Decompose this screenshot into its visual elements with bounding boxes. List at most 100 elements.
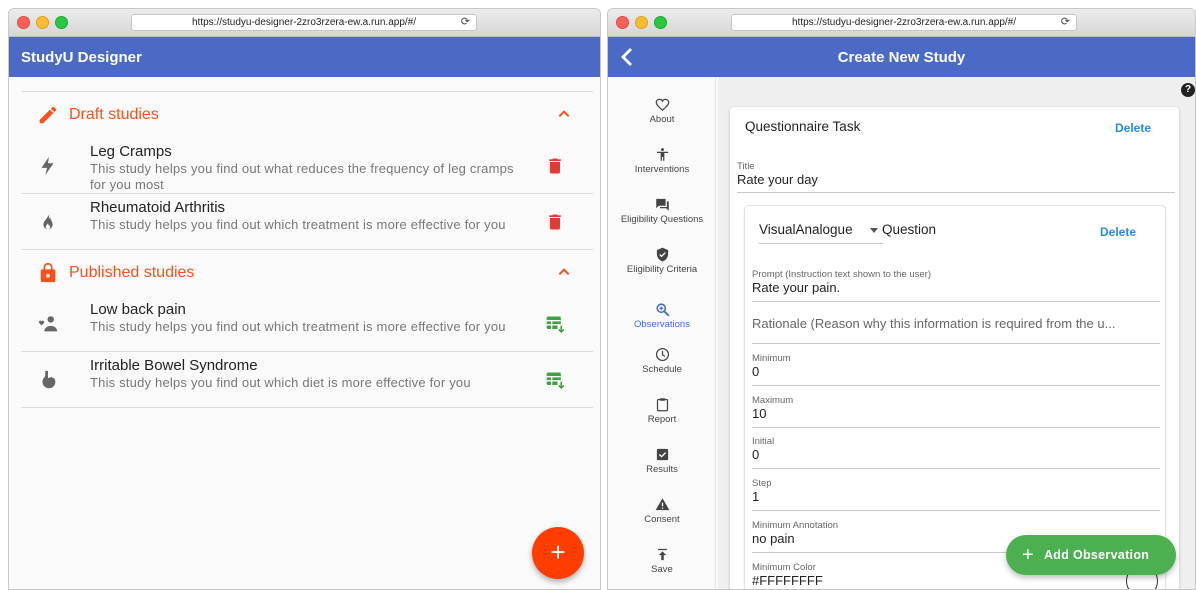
question-type-suffix: Question [882,222,937,237]
table-download-icon[interactable] [545,370,565,390]
nav-label: Interventions [634,164,690,175]
study-name: Rheumatoid Arthritis [90,199,226,216]
app-bar: Create New Study [608,37,1195,77]
initial-field[interactable]: Initial 0 [752,436,1160,469]
draft-studies-title: Draft studies [69,106,159,123]
search-zoom-icon [655,303,669,317]
address-bar[interactable]: https://studyu-designer-2zro3rzera-ew.a.… [131,14,477,31]
field-label: Minimum Color [752,562,816,573]
published-studies-title: Published studies [69,264,195,281]
study-description: This study helps you find out which trea… [90,217,506,232]
maximize-window-button[interactable] [55,16,68,29]
table-download-icon[interactable] [545,314,565,334]
field-label: Title [737,161,755,172]
page-title: Create New Study [837,48,966,66]
nav-item-schedule[interactable]: Schedule [608,347,716,375]
field-value: Rate your day [737,172,818,187]
step-field[interactable]: Step 1 [752,478,1160,511]
close-window-button[interactable] [616,16,629,29]
field-value: 1 [752,489,760,504]
verified-shield-icon [656,247,668,262]
close-window-button[interactable] [17,16,30,29]
prompt-field[interactable]: Prompt (Instruction text shown to the us… [752,269,1160,302]
nav-item-save[interactable]: Save [608,547,716,575]
nav-label: About [649,114,675,125]
delete-icon[interactable] [545,156,565,176]
nav-item-eligibility-questions[interactable]: Eligibility Questions [608,197,716,225]
add-study-button[interactable]: + [532,527,584,579]
field-label: Step [752,478,772,489]
create-study-window: https://studyu-designer-2zro3rzera-ew.a.… [607,8,1196,590]
study-item-rheumatoid-arthritis[interactable]: Rheumatoid Arthritis This study helps yo… [21,194,593,250]
field-label: Minimum Annotation [752,520,839,531]
reload-icon[interactable]: ⟳ [1061,15,1070,30]
nav-item-eligibility-criteria[interactable]: Eligibility Criteria [608,247,716,275]
study-name: Irritable Bowel Syndrome [90,357,258,374]
study-item-ibs[interactable]: Irritable Bowel Syndrome This study help… [21,352,593,408]
accessibility-icon [656,148,668,161]
nav-label: Results [646,464,678,475]
study-name: Leg Cramps [90,143,172,160]
nav-item-observations[interactable]: Observations [608,302,716,330]
checkbox-icon [656,448,668,461]
warning-icon [655,498,669,511]
maximize-window-button[interactable] [654,16,667,29]
study-item-low-back-pain[interactable]: Low back pain This study helps you find … [21,296,593,352]
published-studies-header[interactable]: Published studies [21,250,593,296]
field-value: 0 [752,447,760,462]
address-bar[interactable]: https://studyu-designer-2zro3rzera-ew.a.… [731,14,1077,31]
nav-item-report[interactable]: Report [608,397,716,425]
study-list: Draft studies Leg Cramps This study help… [21,91,593,408]
draft-studies-header[interactable]: Draft studies [21,92,593,138]
question-type-value: VisualAnalogue [759,222,853,237]
field-value: Rate your pain. [752,280,841,295]
observation-editor: ? Questionnaire Task Delete Title Rate y… [718,77,1195,589]
field-placeholder: Rationale (Reason why this information i… [752,316,1116,331]
nav-item-interventions[interactable]: Interventions [608,147,716,175]
delete-icon[interactable] [545,212,565,232]
nav-label: Eligibility Questions [620,214,704,225]
person-heart-icon [38,316,58,332]
task-title-field[interactable]: Title Rate your day [737,161,1175,193]
back-arrow-icon[interactable] [620,47,634,67]
app-bar: StudyU Designer [9,37,600,77]
study-description: This study helps you find out what reduc… [90,161,514,192]
reload-icon[interactable]: ⟳ [461,15,470,30]
minimize-window-button[interactable] [36,16,49,29]
field-label: Maximum [752,395,794,406]
browser-titlebar: https://studyu-designer-2zro3rzera-ew.a.… [9,9,600,37]
question-type-dropdown[interactable]: VisualAnalogue [759,222,883,244]
field-value: 10 [752,406,767,421]
help-icon[interactable]: ? [1181,83,1195,97]
pencil-icon [39,106,57,124]
chevron-up-icon[interactable] [557,107,571,121]
stomach-icon [42,370,56,389]
delete-question-button[interactable]: Delete [1100,225,1136,239]
study-description: This study helps you find out which diet… [90,375,471,390]
minimum-field[interactable]: Minimum 0 [752,353,1160,386]
nav-item-consent[interactable]: Consent [608,497,716,525]
maximum-field[interactable]: Maximum 10 [752,395,1160,428]
nav-item-results[interactable]: Results [608,447,716,475]
question-chat-icon [655,198,669,211]
study-description: This study helps you find out which trea… [90,319,506,334]
study-item-leg-cramps[interactable]: Leg Cramps This study helps you find out… [21,138,593,194]
delete-task-button[interactable]: Delete [1115,121,1151,135]
add-observation-button[interactable]: + Add Observation [1006,535,1176,575]
chevron-up-icon[interactable] [557,265,571,279]
nav-item-about[interactable]: About [608,97,716,125]
study-name: Low back pain [90,301,186,318]
add-observation-label: Add Observation [1043,548,1150,562]
url-text: https://studyu-designer-2zro3rzera-ew.a.… [191,17,416,28]
browser-titlebar: https://studyu-designer-2zro3rzera-ew.a.… [608,9,1195,37]
nav-label: Consent [644,514,680,525]
rationale-field[interactable]: Rationale (Reason why this information i… [752,316,1160,344]
questionnaire-task-card: Questionnaire Task Delete Title Rate you… [730,107,1179,589]
clipboard-icon [656,398,668,412]
nav-label: Save [651,564,673,575]
lock-icon [40,262,56,283]
nav-label: Schedule [642,364,682,375]
upload-icon [657,548,667,561]
bolt-icon [41,156,54,176]
minimize-window-button[interactable] [635,16,648,29]
